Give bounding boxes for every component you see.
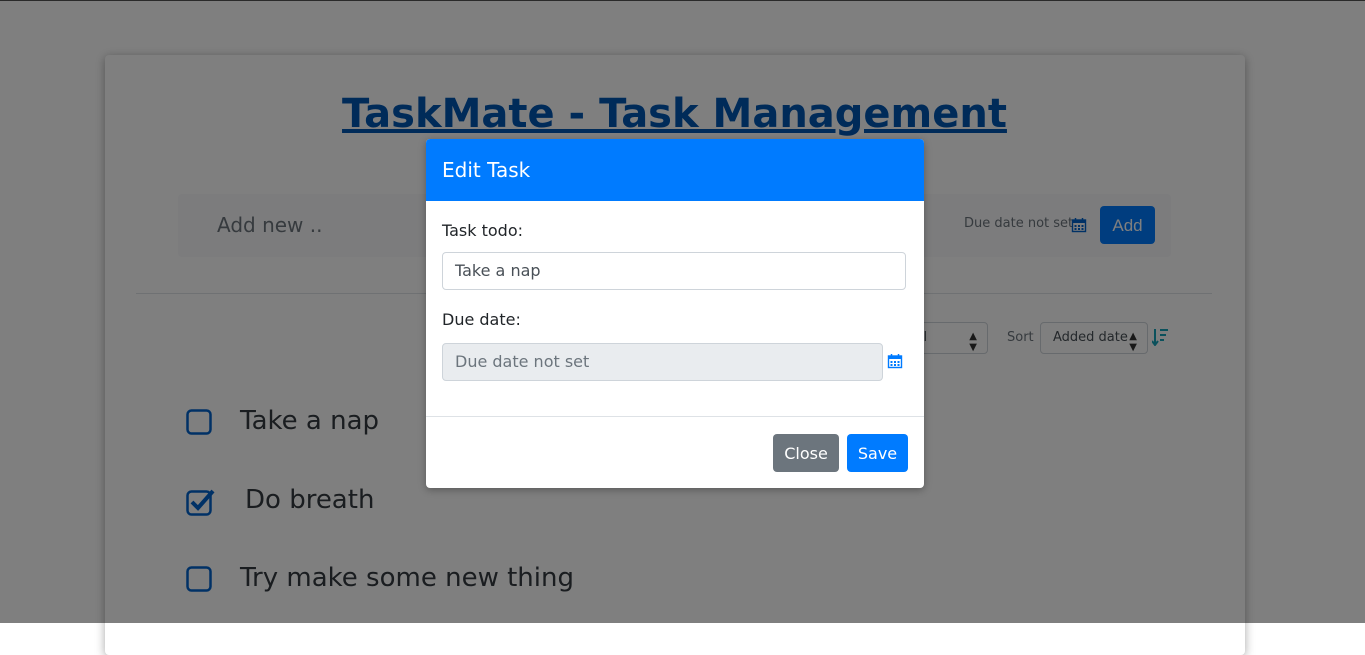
due-date-input[interactable]: Due date not set (442, 343, 883, 381)
calendar-icon[interactable] (887, 353, 903, 373)
task-todo-input[interactable]: Take a nap (442, 252, 906, 290)
due-date-label: Due date: (442, 310, 521, 329)
close-button[interactable]: Close (773, 434, 839, 472)
save-button[interactable]: Save (847, 434, 908, 472)
modal-footer-divider (426, 416, 924, 417)
edit-task-modal: Edit Task Task todo: Take a nap Due date… (426, 139, 924, 488)
modal-title: Edit Task (442, 158, 531, 182)
modal-header: Edit Task (426, 139, 924, 201)
task-todo-label: Task todo: (442, 221, 524, 240)
